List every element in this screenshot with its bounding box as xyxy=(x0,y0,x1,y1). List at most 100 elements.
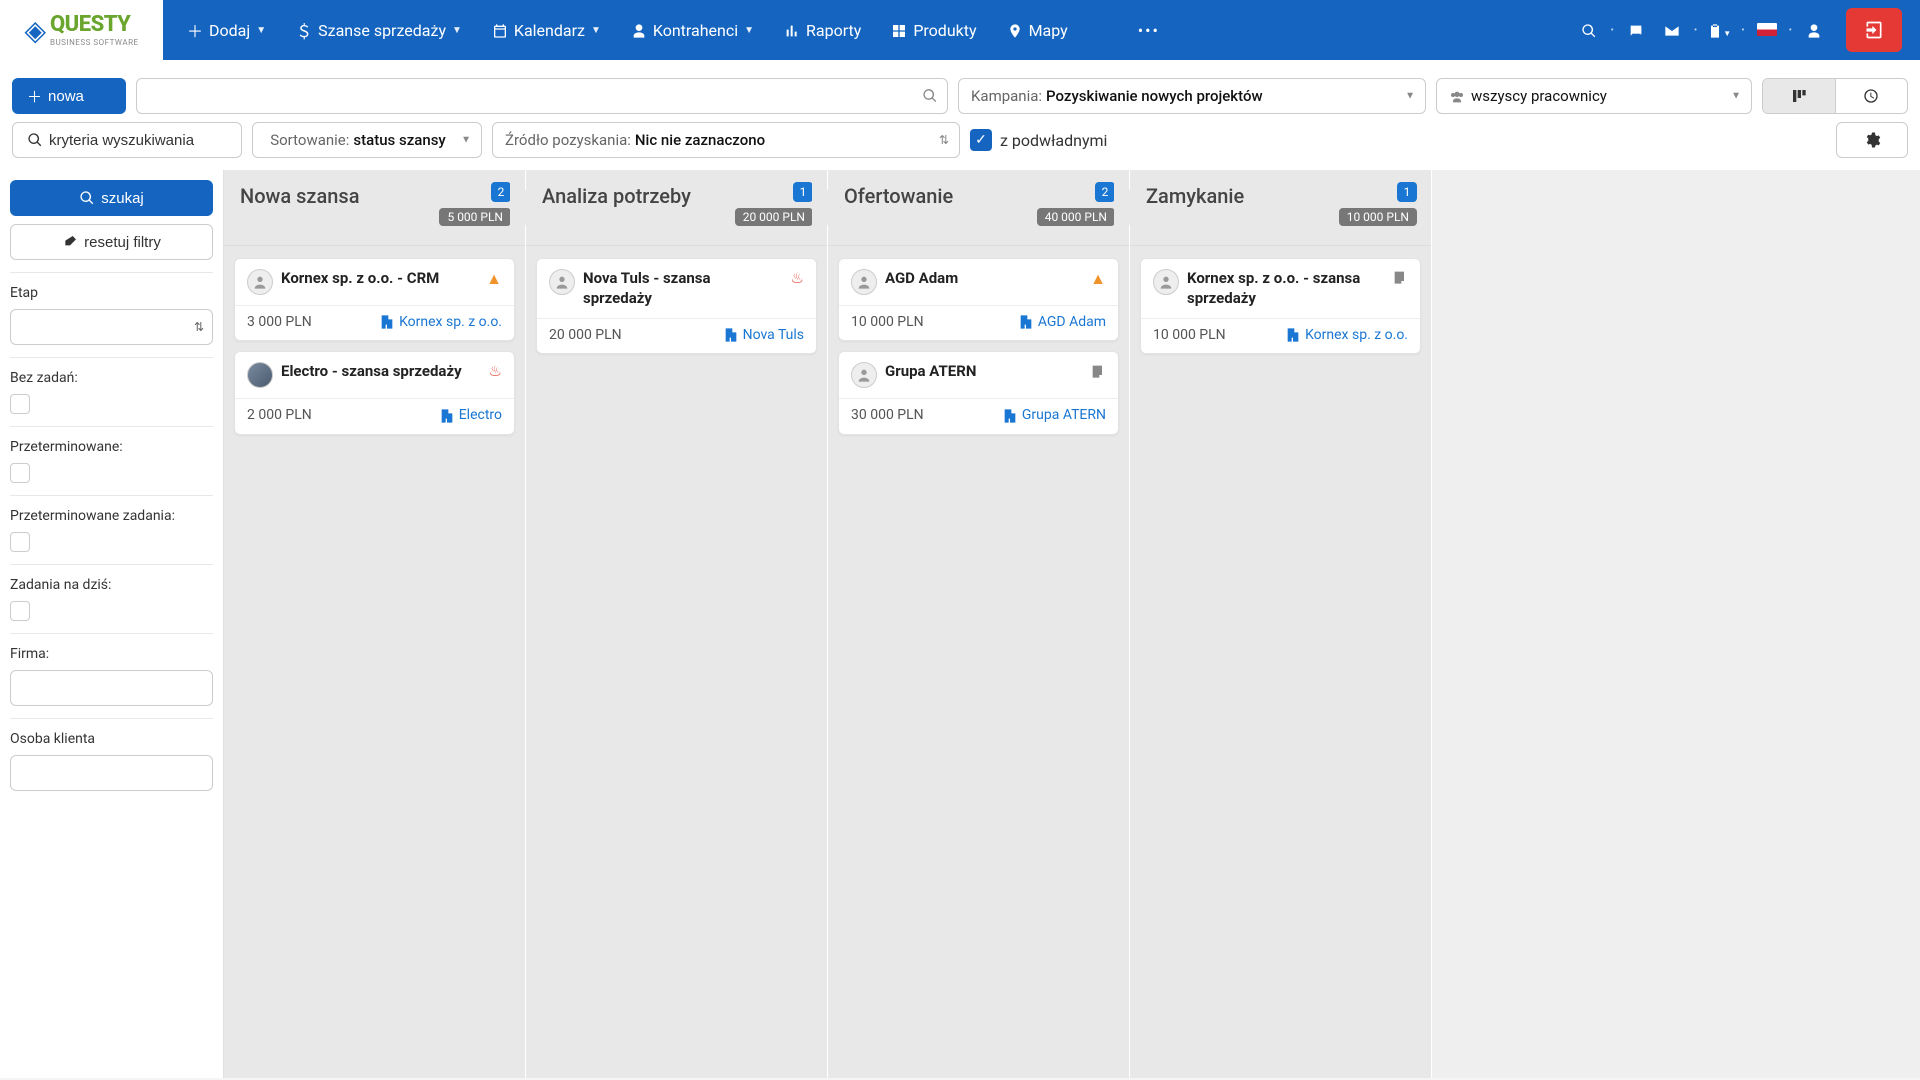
card-amount: 2 000 PLN xyxy=(247,407,312,423)
column-title: Analiza potrzeby xyxy=(542,184,811,208)
caret-down-icon: ▼ xyxy=(744,25,754,36)
card-amount: 10 000 PLN xyxy=(851,314,924,330)
new-button[interactable]: ＋ nowa xyxy=(12,78,126,114)
criteria-button[interactable]: kryteria wyszukiwania xyxy=(12,122,242,158)
view-kanban-button[interactable] xyxy=(1763,79,1835,113)
dollar-icon: ＄ xyxy=(296,18,312,42)
nav-calendar[interactable]: Kalendarz ▼ xyxy=(478,0,615,60)
criteria-label: kryteria wyszukiwania xyxy=(49,132,194,149)
overdue-tasks-checkbox[interactable] xyxy=(10,532,30,552)
company-label: Firma: xyxy=(10,646,213,662)
card-status-icons xyxy=(1090,362,1106,378)
column-header: Nowa szansa 2 5 000 PLN xyxy=(224,170,525,246)
nav-utility-icons: • • ▼ • • xyxy=(1575,0,1920,60)
card-title: AGD Adam xyxy=(885,269,1082,289)
flag-icon[interactable] xyxy=(1753,21,1781,40)
search-button-label: szukaj xyxy=(101,190,144,207)
sort-select[interactable]: Sortowanie: status szansy ▼ xyxy=(252,122,482,158)
stage-select[interactable]: ⇅ xyxy=(10,309,213,345)
note-icon xyxy=(1392,269,1408,285)
card-status-icons: ♨ xyxy=(791,269,804,287)
logout-button[interactable] xyxy=(1846,8,1902,52)
chat-icon[interactable] xyxy=(1622,21,1650,40)
opportunity-card[interactable]: Kornex sp. z o.o. - szansa sprzedaży 10 … xyxy=(1140,258,1421,354)
column-count-badge: 1 xyxy=(1397,182,1417,202)
column-body: Kornex sp. z o.o. - szansa sprzedaży 10 … xyxy=(1130,246,1431,366)
column-header: Zamykanie 1 10 000 PLN xyxy=(1130,170,1431,246)
building-icon xyxy=(1285,327,1301,343)
card-company-name: Kornex sp. z o.o. xyxy=(399,314,502,330)
card-amount: 3 000 PLN xyxy=(247,314,312,330)
source-select[interactable]: Źródło pozyskania: Nic nie zaznaczono ⇅ xyxy=(492,122,960,158)
nav-more[interactable]: ••• xyxy=(1124,0,1174,60)
opportunity-card[interactable]: Nova Tuls - szansa sprzedaży ♨ 20 000 PL… xyxy=(536,258,817,354)
nav-products[interactable]: Produkty xyxy=(877,0,990,60)
opportunity-card[interactable]: Grupa ATERN 30 000 PLN Grupa ATERN xyxy=(838,351,1119,434)
kanban-column: Nowa szansa 2 5 000 PLN Kornex sp. z o.o… xyxy=(224,170,526,1078)
overdue-checkbox[interactable] xyxy=(10,463,30,483)
clipboard-icon[interactable]: ▼ xyxy=(1705,21,1733,40)
employees-select[interactable]: wszyscy pracownicy ▼ xyxy=(1436,78,1752,114)
search-input[interactable] xyxy=(136,78,948,114)
settings-button[interactable] xyxy=(1836,122,1908,158)
today-tasks-checkbox[interactable] xyxy=(10,601,30,621)
reset-filters-button[interactable]: resetuj filtry xyxy=(10,224,213,260)
card-company-link[interactable]: Electro xyxy=(439,407,502,423)
sort-value: status szansy xyxy=(353,131,445,149)
card-company-link[interactable]: Kornex sp. z o.o. xyxy=(379,314,502,330)
mail-icon[interactable] xyxy=(1658,21,1686,40)
opportunity-card[interactable]: AGD Adam ▲ 10 000 PLN AGD Adam xyxy=(838,258,1119,341)
campaign-select[interactable]: Kampania: Pozyskiwanie nowych projektów … xyxy=(958,78,1426,114)
nav-reports[interactable]: Raporty xyxy=(770,0,875,60)
chevron-down-icon: ▼ xyxy=(461,135,471,146)
search-icon[interactable] xyxy=(1575,21,1603,40)
gear-icon xyxy=(1863,131,1881,149)
opportunity-card[interactable]: Electro - szansa sprzedaży ♨ 2 000 PLN E… xyxy=(234,351,515,434)
card-title: Kornex sp. z o.o. - szansa sprzedaży xyxy=(1187,269,1384,308)
opportunity-card[interactable]: Kornex sp. z o.o. - CRM ▲ 3 000 PLN Korn… xyxy=(234,258,515,341)
avatar xyxy=(247,362,273,388)
view-timeline-button[interactable] xyxy=(1835,79,1908,113)
column-count-badge: 2 xyxy=(1095,182,1115,202)
column-body: AGD Adam ▲ 10 000 PLN AGD Adam Grupa ATE… xyxy=(828,246,1129,447)
avatar xyxy=(247,269,273,295)
card-company-link[interactable]: Nova Tuls xyxy=(723,327,804,343)
nav-opportunities[interactable]: ＄ Szanse sprzedaży ▼ xyxy=(282,0,476,60)
overdue-tasks-label: Przeterminowane zadania: xyxy=(10,508,213,524)
card-company-name: Kornex sp. z o.o. xyxy=(1305,327,1408,343)
no-tasks-checkbox[interactable] xyxy=(10,394,30,414)
search-button[interactable]: szukaj xyxy=(10,180,213,216)
sort-icon: ⇅ xyxy=(939,133,949,147)
card-company-link[interactable]: Kornex sp. z o.o. xyxy=(1285,327,1408,343)
nav-maps[interactable]: Mapy xyxy=(993,0,1082,60)
chevron-down-icon: ▼ xyxy=(1405,91,1415,102)
with-sub-checkbox-wrap: ✓ z podwładnymi xyxy=(970,129,1107,151)
building-icon xyxy=(439,407,455,423)
nav-items: ＋ Dodaj ▼ ＄ Szanse sprzedaży ▼ Kalendarz… xyxy=(163,0,1575,60)
company-input[interactable] xyxy=(10,670,213,706)
plus-icon: ＋ xyxy=(187,18,203,42)
contact-input[interactable] xyxy=(10,755,213,791)
clock-icon xyxy=(1863,88,1879,104)
building-icon xyxy=(1018,314,1034,330)
card-company-name: AGD Adam xyxy=(1038,314,1106,330)
card-company-name: Electro xyxy=(459,407,502,423)
magnifier-icon[interactable] xyxy=(922,88,938,104)
person-icon xyxy=(631,21,647,40)
column-count-badge: 1 xyxy=(793,182,813,202)
column-title: Ofertowanie xyxy=(844,184,1113,208)
card-title: Nova Tuls - szansa sprzedaży xyxy=(583,269,783,308)
chart-icon xyxy=(784,21,800,40)
card-company-link[interactable]: Grupa ATERN xyxy=(1002,407,1106,423)
nav-add[interactable]: ＋ Dodaj ▼ xyxy=(173,0,280,60)
reset-filters-label: resetuj filtry xyxy=(84,234,161,251)
brand-logo[interactable]: ◈ QUESTY BUSINESS SOFTWARE xyxy=(0,0,163,60)
nav-reports-label: Raporty xyxy=(806,21,861,40)
column-title: Zamykanie xyxy=(1146,184,1415,208)
top-navbar: ◈ QUESTY BUSINESS SOFTWARE ＋ Dodaj ▼ ＄ S… xyxy=(0,0,1920,60)
with-sub-checkbox[interactable]: ✓ xyxy=(970,129,992,151)
building-icon xyxy=(1002,407,1018,423)
user-icon[interactable] xyxy=(1800,21,1828,40)
card-company-link[interactable]: AGD Adam xyxy=(1018,314,1106,330)
nav-contractors[interactable]: Kontrahenci ▼ xyxy=(617,0,768,60)
